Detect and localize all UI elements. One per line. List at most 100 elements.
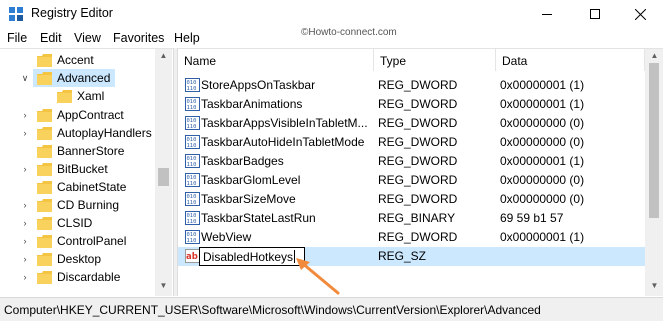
folder-icon <box>37 163 52 176</box>
chevron-right-icon[interactable]: › <box>19 268 31 286</box>
binary-value-icon: 010110 <box>185 192 200 206</box>
tree-item-label: BannerStore <box>57 144 125 158</box>
annotation-arrow-icon <box>296 258 340 295</box>
tree-item-label: Discardable <box>57 270 121 284</box>
value-name: StoreAppsOnTaskbar <box>201 78 316 92</box>
value-data: 0x00000001 (1) <box>500 78 585 92</box>
value-row[interactable]: 010 110 TaskbarAutoHideInTabletMode REG_D… <box>178 133 645 152</box>
tree-item-bannerstore[interactable]: BannerStore <box>0 142 155 160</box>
chevron-right-icon[interactable]: › <box>19 106 31 124</box>
svg-text:110: 110 <box>187 162 197 168</box>
chevron-right-icon[interactable]: › <box>19 160 31 178</box>
menu-favorites[interactable]: Favorites <box>113 31 164 45</box>
tree-item-label: BitBucket <box>57 162 108 176</box>
value-row[interactable]: 010 110 StoreAppsOnTaskbar REG_DWORD 0x00… <box>178 76 645 95</box>
title-bar[interactable]: Registry Editor <box>0 0 663 28</box>
close-button[interactable] <box>617 0 663 28</box>
chevron-right-icon[interactable]: › <box>19 196 31 214</box>
values-scrollbar-thumb[interactable] <box>649 63 659 218</box>
folder-icon <box>37 271 52 284</box>
svg-text:110: 110 <box>187 219 197 225</box>
value-type: REG_DWORD <box>378 97 458 111</box>
chevron-right-icon[interactable]: › <box>19 214 31 232</box>
value-type: REG_DWORD <box>378 192 458 206</box>
tree-item-controlpanel[interactable]: › ControlPanel <box>0 232 155 250</box>
value-name: TaskbarAnimations <box>201 97 303 111</box>
value-data: 0x00000000 (0) <box>500 116 585 130</box>
value-row[interactable]: 010 110 TaskbarSizeMove REG_DWORD 0x00000… <box>178 190 645 209</box>
minimize-button[interactable] <box>524 0 570 28</box>
folder-icon <box>37 217 52 230</box>
menu-edit[interactable]: Edit <box>40 31 62 45</box>
value-row[interactable]: 010 110 TaskbarGlomLevel REG_DWORD 0x0000… <box>178 171 645 190</box>
value-row[interactable]: 010 110 TaskbarBadges REG_DWORD 0x0000000… <box>178 152 645 171</box>
window-title: Registry Editor <box>31 6 113 20</box>
tree-item-bitbucket[interactable]: › BitBucket <box>0 160 155 178</box>
tree-item-label: Xaml <box>77 89 105 103</box>
value-name: TaskbarAppsVisibleInTabletM... <box>201 116 368 130</box>
scroll-down-icon[interactable]: ▼ <box>649 281 660 291</box>
value-data: 0x00000001 (1) <box>500 154 585 168</box>
tree-item-appcontract[interactable]: › AppContract <box>0 106 155 124</box>
folder-icon <box>37 54 52 67</box>
tree-pane[interactable]: Accent ∨ Advanced Xaml › AppContract › A… <box>0 48 173 296</box>
value-row[interactable]: 010 110 WebView REG_DWORD 0x00000001 (1) <box>178 228 645 247</box>
tree-scrollbar-thumb[interactable] <box>158 168 169 186</box>
tree-scrollbar[interactable]: ▲ ▼ <box>155 49 172 296</box>
scroll-up-icon[interactable]: ▲ <box>649 51 660 61</box>
tree-item-clsid[interactable]: › CLSID <box>0 214 155 232</box>
tree-item-label: AppContract <box>57 108 124 122</box>
value-type: REG_SZ <box>378 249 427 263</box>
value-type: REG_BINARY <box>378 211 456 225</box>
tree-item-autoplayhandlers[interactable]: › AutoplayHandlers <box>0 124 155 142</box>
string-value-icon: ab <box>185 249 200 263</box>
chevron-right-icon[interactable]: › <box>19 250 31 268</box>
scroll-up-icon[interactable]: ▲ <box>158 51 169 61</box>
rename-input-text: DisabledHotkeys <box>203 250 294 264</box>
menu-help[interactable]: Help <box>174 31 200 45</box>
tree-item-accent[interactable]: Accent <box>0 51 155 69</box>
svg-text:ab: ab <box>186 252 198 262</box>
value-row[interactable]: 010 110 TaskbarAnimations REG_DWORD 0x000… <box>178 95 645 114</box>
values-list[interactable]: Name Type Data 010 110 StoreAppsOnTaskbar… <box>178 48 663 296</box>
value-type: REG_DWORD <box>378 230 458 244</box>
maximize-button[interactable] <box>572 0 618 28</box>
tree-item-label: Advanced <box>57 71 111 85</box>
folder-icon <box>37 181 52 194</box>
binary-value-icon: 010110 <box>185 97 200 111</box>
menu-file[interactable]: File <box>7 31 27 45</box>
tree-item-label: Accent <box>57 53 94 67</box>
menu-view[interactable]: View <box>74 31 101 45</box>
value-row[interactable]: 010 110 TaskbarAppsVisibleInTabletM... RE… <box>178 114 645 133</box>
chevron-down-icon[interactable]: ∨ <box>19 69 31 87</box>
chevron-right-icon[interactable]: › <box>19 232 31 250</box>
tree-item-cd-burning[interactable]: › CD Burning <box>0 196 155 214</box>
folder-icon <box>57 90 72 103</box>
svg-text:110: 110 <box>187 105 197 111</box>
column-header-type[interactable]: Type <box>374 49 496 71</box>
tree-item-xaml[interactable]: Xaml <box>0 87 155 105</box>
column-header-data[interactable]: Data <box>496 49 645 71</box>
chevron-right-icon[interactable]: › <box>19 124 31 142</box>
value-name: WebView <box>201 230 252 244</box>
values-scrollbar[interactable]: ▲ ▼ <box>645 49 663 296</box>
scroll-down-icon[interactable]: ▼ <box>158 281 169 291</box>
svg-text:110: 110 <box>187 238 197 244</box>
tree-item-label: Desktop <box>57 252 102 266</box>
svg-text:110: 110 <box>187 86 197 92</box>
folder-icon <box>37 235 52 248</box>
column-header-name[interactable]: Name <box>178 49 374 71</box>
folder-icon <box>37 145 52 158</box>
binary-value-icon: 010110 <box>185 78 200 92</box>
tree-item-desktop[interactable]: › Desktop <box>0 250 155 268</box>
tree-item-discardable[interactable]: › Discardable <box>0 268 155 286</box>
value-row-editing[interactable]: ab DisabledHotkeys REG_SZ <box>178 247 645 266</box>
binary-value-icon: 010110 <box>185 173 200 187</box>
binary-value-icon: 010110 <box>185 116 200 130</box>
svg-text:110: 110 <box>187 181 197 187</box>
value-row[interactable]: 010 110 TaskbarStateLastRun REG_BINARY 69… <box>178 209 645 228</box>
folder-icon <box>37 127 52 140</box>
value-data: 69 59 b1 57 <box>500 211 564 225</box>
value-type: REG_DWORD <box>378 173 458 187</box>
tree-item-cabinetstate[interactable]: CabinetState <box>0 178 155 196</box>
